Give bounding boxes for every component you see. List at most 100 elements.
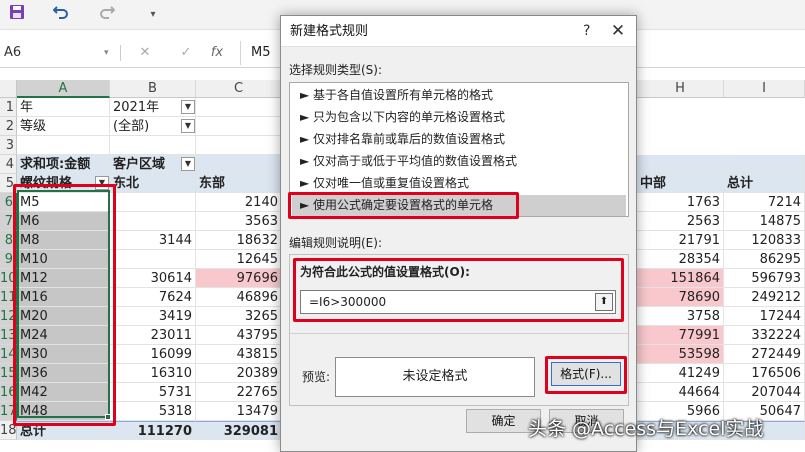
total-cell[interactable]: 120833 [724,231,805,250]
region-header-east[interactable]: 东部 [196,174,282,193]
column-header-c[interactable]: C [196,80,282,98]
rule-type-item[interactable]: ► 仅对高于或低于平均值的数值设置格式 [292,151,626,172]
total-cell[interactable]: 7214 [724,193,805,212]
value-cell[interactable] [110,250,196,269]
total-cell[interactable]: 176506 [724,364,805,383]
name-box-dropdown-icon[interactable]: ▾ [104,41,114,65]
filter-label-year[interactable]: 年 [17,98,110,117]
row-header[interactable]: 4 [0,155,17,174]
value-cell[interactable]: 43815 [196,345,282,364]
watermark: 头条 @Access与Excel实战 [528,418,764,440]
value-cell[interactable]: 5318 [110,402,196,421]
value-cell[interactable]: 22765 [196,383,282,402]
value-cell[interactable]: 18632 [196,231,282,250]
value-cell[interactable]: 3563 [196,212,282,231]
value-cell[interactable]: 23011 [110,326,196,345]
value-cell[interactable]: 30614 [110,269,196,288]
value-cell-highlighted[interactable]: 53598 [637,345,724,364]
column-header-i[interactable]: I [724,80,805,98]
save-icon[interactable] [6,4,28,26]
name-box[interactable]: A6 [0,41,100,65]
cell[interactable] [196,155,282,174]
formula-bar-separator [120,45,121,61]
redo-icon[interactable] [96,4,118,26]
cell[interactable] [196,117,282,136]
filter-applied-icon[interactable]: ▼ [181,100,195,114]
value-cell[interactable]: 12645 [196,250,282,269]
value-cell[interactable]: 41249 [637,364,724,383]
cell[interactable] [17,136,110,155]
cell[interactable] [110,136,196,155]
value-cell[interactable]: 43795 [196,326,282,345]
region-header-northeast[interactable]: 东北 [110,174,196,193]
filter-dropdown-icon[interactable]: ▼ [181,119,195,133]
rule-type-item[interactable]: ► 只为包含以下内容的单元格设置格式 [292,107,626,128]
rule-description-panel: 为符合此公式的值设置格式(O): =I6>300000 ⬆ 预览: 未设定格式 … [289,254,629,406]
row-header[interactable]: 1 [0,98,17,117]
value-cell[interactable]: 44664 [637,383,724,402]
grand-total-header[interactable]: 总计 [724,174,805,193]
value-cell[interactable]: 13479 [196,402,282,421]
column-header-h[interactable]: H [637,80,724,98]
confirm-entry-icon[interactable]: ✓ [175,42,197,64]
formula-input[interactable]: M5 [240,41,280,65]
value-cell[interactable] [110,212,196,231]
new-formatting-rule-dialog: 新建格式规则 ? ✕ 选择规则类型(S): ► 基于各自值设置所有单元格的格式 … [280,15,637,452]
total-cell[interactable]: 596793 [724,269,805,288]
cell[interactable] [196,98,282,117]
help-icon[interactable]: ? [583,16,590,47]
total-cell[interactable]: 332224 [724,326,805,345]
total-cell[interactable]: 86295 [724,250,805,269]
select-all-corner[interactable] [0,80,17,98]
value-cell[interactable]: 3758 [637,307,724,326]
customize-icon[interactable]: ▾ [142,4,164,26]
total-cell[interactable]: 14875 [724,212,805,231]
value-cell[interactable]: 3144 [110,231,196,250]
value-cell[interactable] [110,193,196,212]
rule-type-item[interactable]: ► 基于各自值设置所有单元格的格式 [292,85,626,106]
filter-label-grade[interactable]: 等级 [17,117,110,136]
rule-annotation-box [288,192,519,219]
row-header[interactable]: 2 [0,117,17,136]
format-annotation-box [545,356,627,394]
insert-function-icon[interactable]: fx [206,42,228,64]
column-header-b[interactable]: B [110,80,196,98]
value-cell[interactable]: 3265 [196,307,282,326]
value-cell[interactable]: 3419 [110,307,196,326]
undo-icon[interactable] [50,4,72,26]
cell[interactable] [196,136,282,155]
total-cell[interactable]: 207044 [724,383,805,402]
value-cell[interactable]: 28354 [637,250,724,269]
value-cell[interactable]: 16099 [110,345,196,364]
value-cell[interactable]: 7624 [110,288,196,307]
cell[interactable] [724,155,805,174]
cell[interactable] [637,155,724,174]
grand-total-northeast[interactable]: 111270 [110,421,196,440]
value-cell[interactable]: 5731 [110,383,196,402]
value-cell-highlighted[interactable]: 78690 [637,288,724,307]
region-header-central[interactable]: 中部 [637,174,724,193]
value-cell[interactable]: 1763 [637,193,724,212]
pivot-value-header[interactable]: 求和项:金额 [17,155,110,174]
value-cell[interactable]: 21791 [637,231,724,250]
close-icon[interactable]: ✕ [603,16,633,47]
total-cell[interactable]: 17244 [724,307,805,326]
cancel-entry-icon[interactable]: ✕ [134,42,156,64]
value-cell-highlighted[interactable]: 151864 [637,269,724,288]
dialog-titlebar[interactable]: 新建格式规则 ? ✕ [281,16,636,47]
value-cell[interactable]: 2563 [637,212,724,231]
value-cell[interactable]: 2140 [196,193,282,212]
rule-type-item[interactable]: ► 仅对唯一值或重复值设置格式 [292,173,626,194]
column-field-dropdown-icon[interactable]: ▼ [181,157,195,171]
grand-total-east[interactable]: 329081 [196,421,282,440]
value-cell[interactable]: 16310 [110,364,196,383]
column-header-a[interactable]: A [17,80,110,98]
rule-type-item[interactable]: ► 仅对排名靠前或靠后的数值设置格式 [292,129,626,150]
total-cell[interactable]: 249212 [724,288,805,307]
value-cell-highlighted[interactable]: 97696 [196,269,282,288]
value-cell[interactable]: 20389 [196,364,282,383]
total-cell[interactable]: 272449 [724,345,805,364]
value-cell-highlighted[interactable]: 77991 [637,326,724,345]
value-cell[interactable]: 46896 [196,288,282,307]
row-header[interactable]: 3 [0,136,17,155]
